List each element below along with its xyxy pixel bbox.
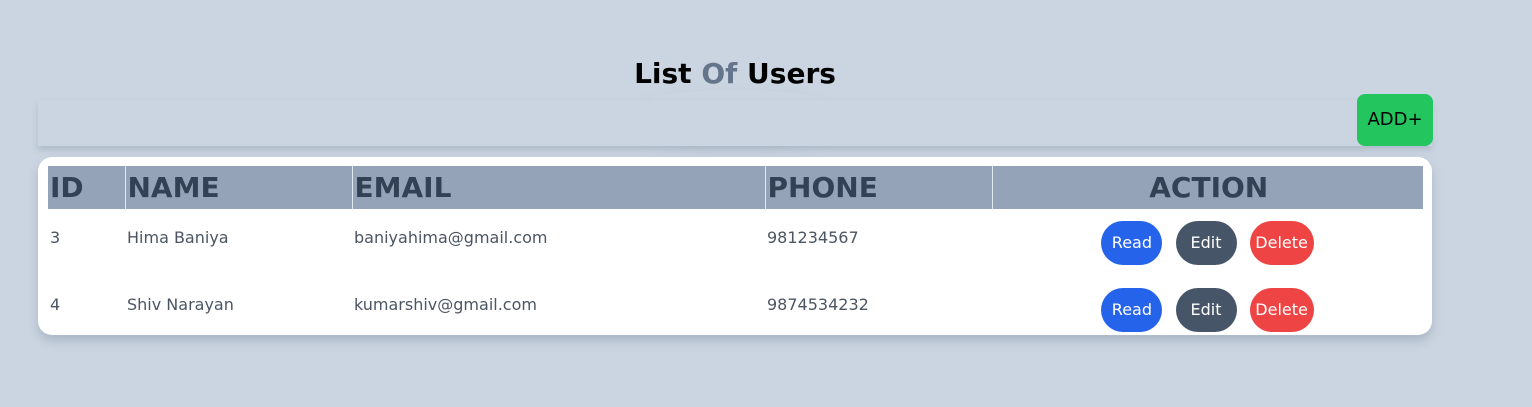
read-button[interactable]: Read (1101, 287, 1163, 332)
cell-actions: Read Edit Delete (992, 276, 1423, 343)
cell-phone: 9874534232 (767, 295, 869, 314)
cell-id: 3 (50, 228, 61, 247)
title-list: List (634, 57, 692, 90)
page-title: List Of Users (0, 56, 1470, 92)
header-name: NAME (125, 166, 353, 209)
header-phone: PHONE (765, 166, 993, 209)
cell-name: Shiv Narayan (127, 295, 234, 314)
users-table: ID NAME EMAIL PHONE ACTION 3 Hima Baniya… (48, 166, 1423, 343)
add-user-button[interactable]: ADD+ (1357, 94, 1433, 146)
delete-button[interactable]: Delete (1249, 287, 1314, 332)
table-row: 3 Hima Baniya baniyahima@gmail.com 98123… (48, 209, 1423, 276)
header-action: ACTION (992, 166, 1423, 209)
header-id: ID (48, 166, 126, 209)
table-body: 3 Hima Baniya baniyahima@gmail.com 98123… (48, 209, 1423, 343)
cell-name: Hima Baniya (127, 228, 229, 247)
edit-button[interactable]: Edit (1175, 220, 1237, 265)
table-header: ID NAME EMAIL PHONE ACTION (48, 166, 1423, 209)
header-row: ID NAME EMAIL PHONE ACTION (48, 166, 1423, 209)
read-button[interactable]: Read (1101, 220, 1163, 265)
table-row: 4 Shiv Narayan kumarshiv@gmail.com 98745… (48, 276, 1423, 343)
delete-button[interactable]: Delete (1249, 220, 1314, 265)
users-table-card: ID NAME EMAIL PHONE ACTION 3 Hima Baniya… (38, 157, 1432, 335)
cell-actions: Read Edit Delete (992, 209, 1423, 276)
header-email: EMAIL (352, 166, 766, 209)
cell-phone: 981234567 (767, 228, 859, 247)
cell-email: baniyahima@gmail.com (354, 228, 548, 247)
toolbar-band (38, 100, 1432, 146)
cell-email: kumarshiv@gmail.com (354, 295, 537, 314)
cell-id: 4 (50, 295, 61, 314)
edit-button[interactable]: Edit (1175, 287, 1237, 332)
title-of: Of (701, 57, 738, 90)
title-users: Users (747, 57, 836, 90)
